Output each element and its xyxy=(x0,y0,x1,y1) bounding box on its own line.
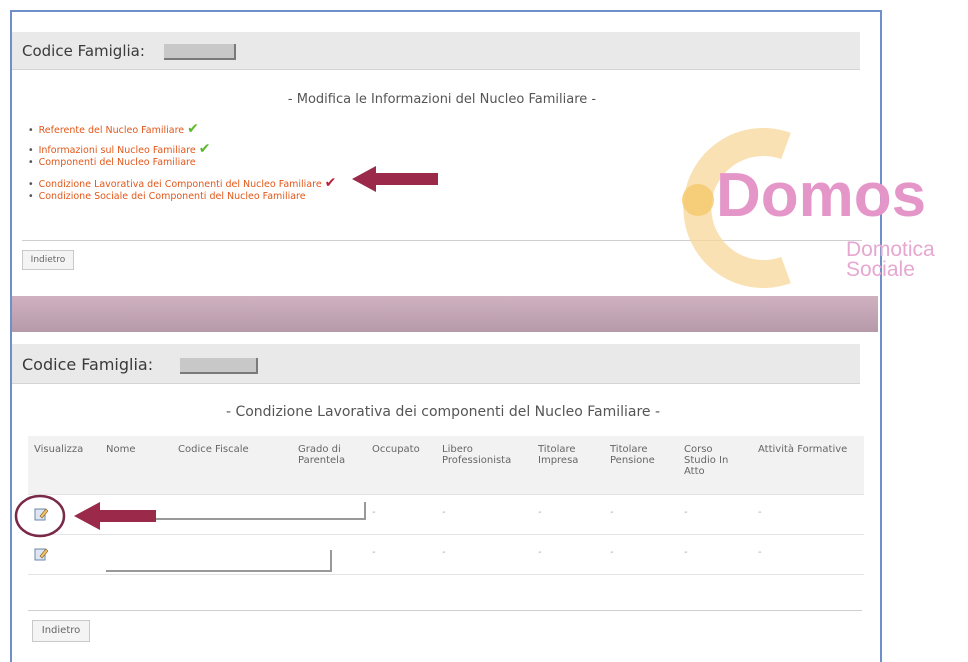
masked-name-line xyxy=(156,518,366,520)
arrow-icon xyxy=(74,502,156,530)
highlight-circle xyxy=(14,494,156,538)
family-code-label: Codice Famiglia: xyxy=(22,42,145,60)
bottom-back-button[interactable]: Indietro xyxy=(32,620,90,642)
bottom-section-title: - Condizione Lavorativa dei componenti d… xyxy=(225,404,661,420)
check-icon: ✔ xyxy=(187,121,199,137)
domos-logo: Domos Domotica Sociale xyxy=(682,128,935,288)
masked-name-line xyxy=(364,502,366,518)
cell-libero-professionista: - xyxy=(436,533,532,575)
cell-libero-professionista: - xyxy=(436,493,532,534)
masked-name-line xyxy=(106,570,332,572)
cell-grado-parentela xyxy=(292,493,366,534)
col-codice-fiscale: Codice Fiscale xyxy=(172,436,292,494)
masked-name-line xyxy=(330,550,332,570)
link-condizione-sociale[interactable]: • Condizione Sociale dei Componenti del N… xyxy=(28,192,306,202)
cell-attivita-formative: - xyxy=(752,533,864,575)
logo-name: Domos xyxy=(716,161,926,230)
col-titolare-impresa: Titolare Impresa xyxy=(532,436,604,494)
cell-nome xyxy=(100,533,172,575)
col-occupato: Occupato xyxy=(366,436,436,494)
bottom-header-bar: Codice Famiglia: xyxy=(12,344,860,384)
link-condizione-lavorativa[interactable]: • Condizione Lavorativa dei Componenti de… xyxy=(28,176,336,190)
cell-corso-studio: - xyxy=(678,533,752,575)
col-grado-parentela: Grado di Parentela xyxy=(292,436,366,494)
bottom-divider xyxy=(28,610,862,611)
col-visualizza: Visualizza xyxy=(28,436,100,494)
arrow-icon xyxy=(352,166,438,192)
cell-attivita-formative: - xyxy=(752,493,864,534)
col-corso-studio: Corso Studio In Atto xyxy=(678,436,752,494)
check-icon: ✔ xyxy=(324,175,337,191)
cell-grado-parentela xyxy=(292,533,366,575)
separator-band xyxy=(12,296,878,332)
col-titolare-pensione: Titolare Pensione xyxy=(604,436,678,494)
edit-icon[interactable] xyxy=(34,547,49,561)
link-informazioni[interactable]: • Informazioni sul Nucleo Familiare ✔ xyxy=(28,142,211,156)
top-section-title: - Modifica le Informazioni del Nucleo Fa… xyxy=(287,92,597,107)
cell-codice-fiscale xyxy=(172,533,292,575)
cell-visualizza xyxy=(28,533,100,575)
cell-titolare-pensione: - xyxy=(604,493,678,534)
col-attivita-formative: Attività Formative xyxy=(752,436,864,494)
cell-corso-studio: - xyxy=(678,493,752,534)
link-componenti[interactable]: • Componenti del Nucleo Familiare xyxy=(28,158,196,168)
top-header-bar: Codice Famiglia: xyxy=(12,32,860,70)
check-icon: ✔ xyxy=(198,141,211,157)
cell-titolare-impresa: - xyxy=(532,493,604,534)
cell-codice-fiscale xyxy=(172,493,292,534)
masked-family-code xyxy=(164,44,236,60)
link-referente[interactable]: • Referente del Nucleo Familiare ✔ xyxy=(28,122,199,136)
top-back-button[interactable]: Indietro xyxy=(22,250,74,270)
cell-occupato: - xyxy=(366,533,436,575)
masked-family-code xyxy=(180,358,258,374)
table-row: - - - - - - xyxy=(28,533,864,575)
cell-titolare-pensione: - xyxy=(604,533,678,575)
col-nome: Nome xyxy=(100,436,172,494)
col-libero-professionista: Libero Professionista xyxy=(436,436,532,494)
logo-line2: Sociale xyxy=(846,258,915,281)
cell-occupato: - xyxy=(366,493,436,534)
cell-titolare-impresa: - xyxy=(532,533,604,575)
family-code-label: Codice Famiglia: xyxy=(22,355,154,374)
